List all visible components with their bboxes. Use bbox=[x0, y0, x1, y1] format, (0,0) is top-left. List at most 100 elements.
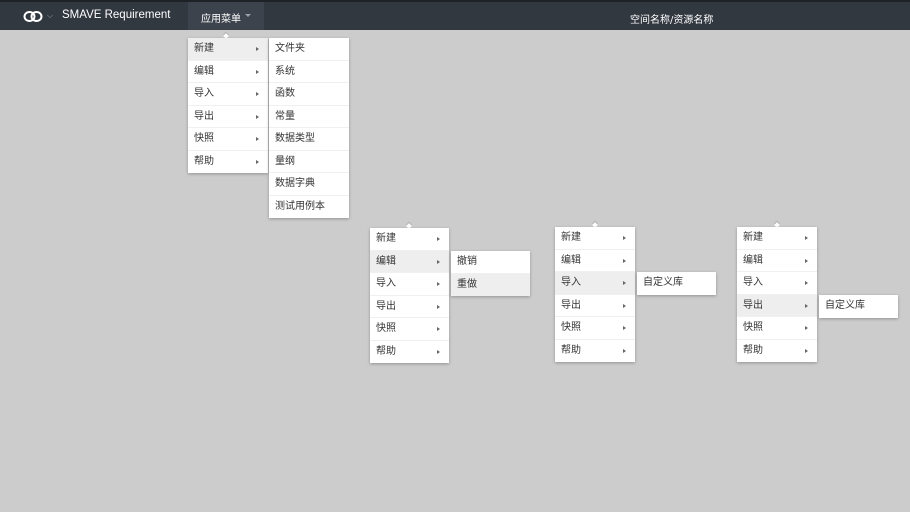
menu-item-new[interactable]: 新建 bbox=[370, 228, 449, 251]
app-menu-dropdown-1: 新建 编辑 导入 导出 快照 帮助 bbox=[188, 38, 268, 173]
caret-right-icon bbox=[805, 236, 808, 240]
menu-item-label: 导出 bbox=[743, 299, 763, 311]
menu-item-export[interactable]: 导出 bbox=[737, 294, 817, 317]
caret-right-icon bbox=[256, 159, 259, 164]
caret-right-icon bbox=[623, 303, 626, 308]
menu-item-label: 导入 bbox=[376, 278, 396, 289]
menu-item-export[interactable]: 导出 bbox=[370, 296, 449, 318]
submenu-item-data-dictionary[interactable]: 数据字典 bbox=[269, 173, 349, 196]
menu-item-label: 导入 bbox=[194, 88, 214, 99]
menu-item-import[interactable]: 导入 bbox=[737, 272, 817, 295]
menu-item-label: 帮助 bbox=[194, 155, 214, 167]
submenu-item-dimension[interactable]: 量纲 bbox=[269, 151, 349, 173]
caret-right-icon bbox=[805, 348, 808, 353]
menu-item-label: 快照 bbox=[194, 133, 214, 144]
menu-item-new[interactable]: 新建 bbox=[555, 227, 635, 250]
caret-right-icon bbox=[437, 349, 440, 354]
menu-item-label: 导出 bbox=[376, 300, 396, 312]
caret-right-icon bbox=[437, 259, 440, 264]
caret-right-icon bbox=[623, 258, 626, 263]
caret-right-icon bbox=[256, 92, 259, 96]
menu-item-new[interactable]: 新建 bbox=[188, 38, 268, 61]
menu-item-label: 新建 bbox=[376, 233, 396, 244]
menu-item-label: 帮助 bbox=[561, 344, 581, 356]
menu-item-import[interactable]: 导入 bbox=[370, 273, 449, 296]
menu-item-label: 快照 bbox=[743, 322, 763, 333]
menu-item-export[interactable]: 导出 bbox=[555, 295, 635, 317]
menu-item-label: 编辑 bbox=[376, 255, 396, 267]
menu-item-label: 快照 bbox=[561, 322, 581, 333]
caret-right-icon bbox=[623, 348, 626, 353]
caret-right-icon bbox=[256, 114, 259, 119]
menu-item-edit[interactable]: 编辑 bbox=[555, 250, 635, 272]
menu-item-edit[interactable]: 编辑 bbox=[370, 250, 449, 273]
menu-item-label: 快照 bbox=[376, 323, 396, 334]
app-menu-dropdown-4: 新建 编辑 导入 导出 快照 帮助 bbox=[737, 227, 817, 362]
submenu-import: 自定义库 bbox=[637, 272, 716, 295]
caret-right-icon bbox=[437, 304, 440, 309]
caret-right-icon bbox=[256, 69, 259, 74]
submenu-item-system[interactable]: 系统 bbox=[269, 61, 349, 83]
app-menu-button[interactable]: 应用菜单 bbox=[188, 2, 264, 30]
submenu-item-custom-library[interactable]: 自定义库 bbox=[637, 272, 716, 295]
menu-item-label: 导出 bbox=[561, 299, 581, 311]
submenu-new: 文件夹 系统 函数 常量 数据类型 量纲 数据字典 测试用例本 bbox=[269, 38, 349, 218]
menu-item-label: 导入 bbox=[743, 277, 763, 288]
workspace-title: 空间名称/资源名称 bbox=[630, 15, 714, 26]
caret-right-icon bbox=[805, 326, 808, 330]
caret-right-icon bbox=[256, 47, 259, 51]
submenu-item-folder[interactable]: 文件夹 bbox=[269, 38, 349, 61]
menu-item-label: 导出 bbox=[194, 110, 214, 122]
menu-item-label: 导入 bbox=[561, 277, 581, 288]
caret-right-icon bbox=[437, 327, 440, 331]
top-bar: ⌵ SMAVE Requirement 应用菜单 空间名称/资源名称 bbox=[0, 0, 910, 30]
menu-item-new[interactable]: 新建 bbox=[737, 227, 817, 250]
menu-item-snapshot[interactable]: 快照 bbox=[188, 128, 268, 151]
menu-item-label: 新建 bbox=[743, 232, 763, 243]
app-menu-label: 应用菜单 bbox=[201, 14, 241, 25]
submenu-item-constant[interactable]: 常量 bbox=[269, 106, 349, 128]
menu-item-label: 新建 bbox=[194, 43, 214, 54]
menu-item-help[interactable]: 帮助 bbox=[555, 340, 635, 363]
menu-item-label: 新建 bbox=[561, 232, 581, 243]
menu-item-label: 帮助 bbox=[376, 345, 396, 357]
logo-caret-down-icon[interactable]: ⌵ bbox=[47, 11, 53, 21]
menu-item-help[interactable]: 帮助 bbox=[737, 340, 817, 363]
app-logo-icon[interactable] bbox=[23, 10, 43, 23]
caret-right-icon bbox=[805, 303, 808, 308]
app-menu-dropdown-3: 新建 编辑 导入 导出 快照 帮助 bbox=[555, 227, 635, 362]
menu-item-edit[interactable]: 编辑 bbox=[737, 250, 817, 272]
submenu-item-test-case-book[interactable]: 测试用例本 bbox=[269, 196, 349, 219]
caret-right-icon bbox=[623, 236, 626, 240]
submenu-item-redo[interactable]: 重做 bbox=[451, 273, 530, 296]
submenu-item-undo[interactable]: 撤销 bbox=[451, 251, 530, 274]
menu-item-import[interactable]: 导入 bbox=[188, 83, 268, 106]
menu-item-label: 编辑 bbox=[561, 254, 581, 266]
caret-right-icon bbox=[805, 258, 808, 263]
menu-item-snapshot[interactable]: 快照 bbox=[555, 317, 635, 340]
submenu-item-function[interactable]: 函数 bbox=[269, 83, 349, 106]
app-title: SMAVE Requirement bbox=[62, 9, 171, 21]
caret-right-icon bbox=[805, 281, 808, 285]
menu-item-import[interactable]: 导入 bbox=[555, 272, 635, 295]
menu-item-snapshot[interactable]: 快照 bbox=[370, 318, 449, 341]
caret-right-icon bbox=[623, 281, 626, 285]
menu-item-help[interactable]: 帮助 bbox=[370, 341, 449, 364]
menu-item-label: 帮助 bbox=[743, 344, 763, 356]
app-menu-caret-down-icon bbox=[245, 14, 251, 17]
caret-right-icon bbox=[256, 137, 259, 141]
menu-item-edit[interactable]: 编辑 bbox=[188, 61, 268, 83]
submenu-edit: 撤销 重做 bbox=[451, 251, 530, 296]
menu-item-export[interactable]: 导出 bbox=[188, 106, 268, 128]
submenu-item-data-type[interactable]: 数据类型 bbox=[269, 128, 349, 151]
menu-item-label: 编辑 bbox=[743, 254, 763, 266]
menu-item-label: 编辑 bbox=[194, 65, 214, 77]
caret-right-icon bbox=[437, 282, 440, 286]
app-menu-dropdown-2: 新建 编辑 导入 导出 快照 帮助 bbox=[370, 228, 449, 363]
submenu-item-custom-library[interactable]: 自定义库 bbox=[819, 295, 898, 318]
submenu-export: 自定义库 bbox=[819, 295, 898, 318]
caret-right-icon bbox=[437, 237, 440, 241]
menu-item-help[interactable]: 帮助 bbox=[188, 151, 268, 174]
menu-item-snapshot[interactable]: 快照 bbox=[737, 317, 817, 340]
caret-right-icon bbox=[623, 326, 626, 330]
